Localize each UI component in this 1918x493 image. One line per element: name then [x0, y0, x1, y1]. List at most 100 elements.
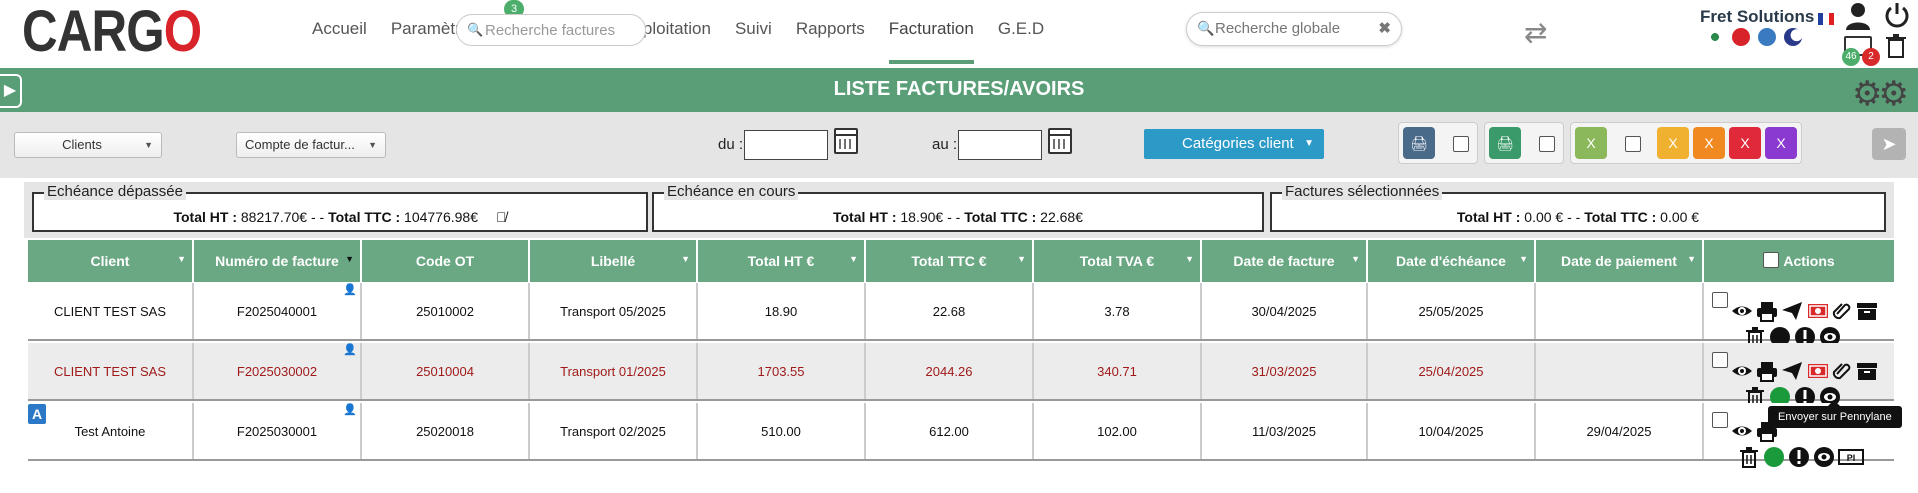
status-dot-icon[interactable]: [1769, 375, 1791, 407]
row-checkbox[interactable]: [1712, 352, 1728, 368]
tooltip: Envoyer sur Pennylane: [1768, 400, 1902, 428]
table-row[interactable]: CLIENT TEST SAS F2025030002 👤 25010004 Trans…: [28, 343, 1894, 408]
alert-icon[interactable]: [1788, 435, 1810, 467]
global-search[interactable]: 🔍 ✖: [1186, 12, 1402, 46]
excel-purple-icon[interactable]: X: [1765, 127, 1797, 159]
eye-icon[interactable]: [1731, 409, 1753, 436]
cell-total-ht: 510.00: [698, 403, 866, 459]
calendar-icon[interactable]: [834, 128, 858, 154]
trash-icon[interactable]: [1744, 315, 1766, 348]
row-checkbox[interactable]: [1712, 412, 1728, 428]
print-green-checkbox[interactable]: [1539, 136, 1555, 152]
date-to-input[interactable]: [958, 130, 1042, 160]
col-date-paiement[interactable]: Date de paiement ▼: [1536, 240, 1704, 282]
select-all-checkbox[interactable]: [1763, 252, 1780, 269]
date-from-input[interactable]: [744, 130, 828, 160]
clear-search-icon[interactable]: ✖: [1378, 19, 1391, 37]
pi-icon[interactable]: PI: [1838, 435, 1864, 465]
excel-orange-icon[interactable]: X: [1693, 127, 1725, 159]
print-icon[interactable]: 🖨: [1403, 127, 1435, 159]
excel-icon[interactable]: X: [1575, 127, 1607, 159]
cell-libelle: Transport 05/2025: [530, 283, 698, 339]
print-checkbox[interactable]: [1453, 136, 1469, 152]
power-icon[interactable]: [1884, 2, 1910, 28]
money-icon[interactable]: [1806, 349, 1828, 378]
svg-text:PI: PI: [1847, 453, 1856, 463]
summary-values: Total HT : 0.00 € - - Total TTC : 0.00 €: [1456, 209, 1700, 225]
summary-title: Echéance en cours: [664, 183, 799, 200]
print-icon[interactable]: [1756, 349, 1778, 382]
cell-client: Test Antoine: [28, 403, 194, 459]
invoice-search-input[interactable]: 🔍 Recherche factures: [456, 14, 646, 46]
paperclip-icon[interactable]: [1831, 349, 1853, 380]
alert-icon[interactable]: [1794, 375, 1816, 407]
user-icon[interactable]: [1846, 2, 1870, 30]
table-row[interactable]: CLIENT TEST SAS F2025040001 👤 25010002 Trans…: [28, 283, 1894, 348]
nav-ged[interactable]: G.E.D: [986, 18, 1056, 52]
pennylane-icon[interactable]: [1819, 315, 1841, 347]
sidebar-toggle-button[interactable]: ▶: [0, 74, 22, 108]
print-green-group: 🖨: [1484, 122, 1564, 164]
trash-icon[interactable]: [1886, 34, 1906, 58]
send-icon[interactable]: [1781, 289, 1803, 320]
summary-title: Factures sélectionnées: [1282, 183, 1443, 200]
eye-icon[interactable]: [1731, 349, 1753, 376]
nav-facturation[interactable]: Facturation: [877, 18, 986, 64]
send-icon[interactable]: ➤: [1872, 128, 1906, 160]
col-total-ht[interactable]: Total HT € ▼: [698, 240, 866, 282]
col-libelle[interactable]: Libellé ▼: [530, 240, 698, 282]
excel-checkbox[interactable]: [1625, 136, 1641, 152]
french-flag-icon[interactable]: [1818, 13, 1834, 25]
table-row[interactable]: Test Antoine F2025030001 👤 25020018 Transpor…: [28, 403, 1894, 468]
cell-total-ht: 18.90: [698, 283, 866, 339]
compte-facturation-select[interactable]: Compte de factur... ▼: [236, 132, 386, 158]
settings-gears-icon[interactable]: ⚙⚙: [1852, 74, 1909, 114]
nav-suivi[interactable]: Suivi: [723, 18, 784, 52]
excel-red-icon[interactable]: X: [1729, 127, 1761, 159]
col-code-ot[interactable]: Code OT: [362, 240, 530, 282]
person-icon[interactable]: 👤: [343, 345, 357, 356]
excel-yellow-icon[interactable]: X: [1657, 127, 1689, 159]
nav-rapports[interactable]: Rapports: [784, 18, 877, 52]
trash-icon[interactable]: [1738, 435, 1760, 468]
archive-icon[interactable]: [1856, 289, 1878, 320]
swap-arrows-icon[interactable]: ⇄: [1524, 16, 1547, 49]
col-numero[interactable]: Numéro de facture ▼: [194, 240, 362, 282]
moon-icon[interactable]: [1784, 28, 1802, 46]
trash-icon[interactable]: [1744, 375, 1766, 408]
print-icon[interactable]: 🖨: [1489, 127, 1521, 159]
global-search-input[interactable]: [1215, 20, 1375, 37]
share-icon[interactable]: [1706, 28, 1724, 46]
red-flower-icon[interactable]: [1732, 28, 1750, 46]
col-date-facture[interactable]: Date de facture ▼: [1202, 240, 1368, 282]
col-total-ttc[interactable]: Total TTC € ▼: [866, 240, 1034, 282]
col-date-echeance[interactable]: Date d'échéance ▼: [1368, 240, 1536, 282]
send-icon[interactable]: [1781, 349, 1803, 380]
cargo-logo[interactable]: CARGO: [22, 2, 202, 62]
eye-off-icon[interactable]: 👁̸: [496, 209, 507, 225]
col-total-tva[interactable]: Total TVA € ▼: [1034, 240, 1202, 282]
eye-icon[interactable]: [1731, 289, 1753, 316]
nav-accueil[interactable]: Accueil: [300, 18, 379, 52]
cell-libelle: Transport 02/2025: [530, 403, 698, 459]
archive-icon[interactable]: [1856, 349, 1878, 380]
pennylane-icon[interactable]: [1813, 435, 1835, 467]
cell-total-tva: 340.71: [1034, 343, 1202, 399]
status-dot-icon[interactable]: [1763, 435, 1785, 467]
person-icon[interactable]: 👤: [343, 285, 357, 296]
clients-select[interactable]: Clients ▼: [14, 132, 162, 158]
calendar-icon[interactable]: [1048, 128, 1072, 154]
status-dot-icon[interactable]: [1769, 315, 1791, 347]
cell-actions: [1704, 343, 1894, 408]
blue-globe-icon[interactable]: [1758, 28, 1776, 46]
categories-client-button[interactable]: Catégories client ▼: [1144, 129, 1324, 159]
col-client[interactable]: Client ▼: [28, 240, 194, 282]
title-bar: LISTE FACTURES/AVOIRS: [0, 68, 1918, 112]
alert-icon[interactable]: [1794, 315, 1816, 347]
print-icon[interactable]: [1756, 289, 1778, 322]
paperclip-icon[interactable]: [1831, 289, 1853, 320]
person-icon[interactable]: 👤: [343, 405, 357, 416]
pennylane-icon[interactable]: [1819, 375, 1841, 407]
row-checkbox[interactable]: [1712, 292, 1728, 308]
money-icon[interactable]: [1806, 289, 1828, 318]
